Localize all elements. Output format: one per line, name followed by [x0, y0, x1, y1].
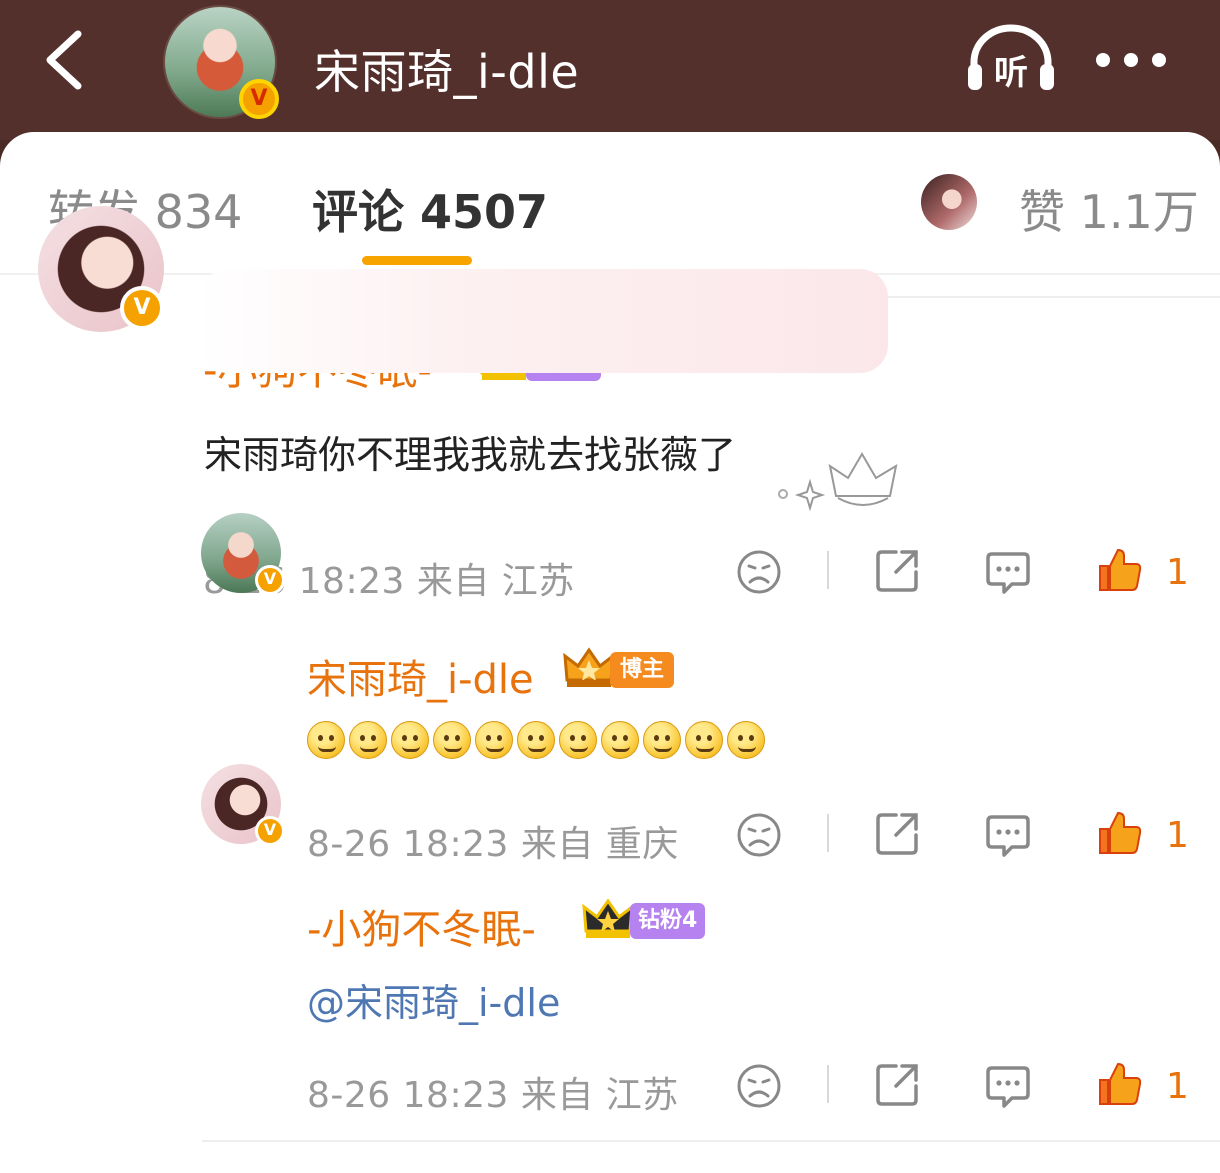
- tab-likes[interactable]: 赞 1.1万: [1019, 176, 1199, 242]
- dislike-icon[interactable]: [736, 549, 782, 595]
- tab-bar: 转发 834 评论 4507 赞 1.1万: [0, 132, 1220, 275]
- crown-icon: [582, 898, 634, 938]
- action-divider: [827, 1065, 829, 1103]
- verified-badge: V: [255, 565, 285, 595]
- tab-comment[interactable]: 评论 4507: [312, 176, 548, 242]
- reply-username[interactable]: 宋雨琦_i-dle: [307, 647, 534, 705]
- emoji-icon: [475, 721, 513, 759]
- like-icon[interactable]: [1096, 809, 1144, 857]
- action-divider: [827, 814, 829, 852]
- divider: [202, 1140, 1220, 1142]
- reply-username[interactable]: -小狗不冬眠-: [307, 897, 536, 955]
- emoji-icon: [559, 721, 597, 759]
- like-count: 1: [1166, 1066, 1189, 1107]
- comment-bubble: [200, 269, 888, 373]
- like-count: 1: [1166, 815, 1189, 856]
- emoji-icon: [727, 721, 765, 759]
- verified-badge: V: [120, 286, 164, 330]
- emoji-icon: [517, 721, 555, 759]
- avatar[interactable]: V: [201, 513, 285, 595]
- fan-level-badge: 钻粉4: [630, 903, 706, 939]
- action-divider: [827, 551, 829, 589]
- page-title: 宋雨琦_i-dle: [314, 45, 580, 99]
- avatar[interactable]: V: [201, 764, 285, 846]
- emoji-icon: [601, 721, 639, 759]
- emoji-icon: [307, 721, 345, 759]
- mention-link[interactable]: @宋雨琦_i-dle: [307, 972, 560, 1027]
- active-tab-indicator: [362, 256, 472, 265]
- emoji-icon: [685, 721, 723, 759]
- verified-badge: V: [255, 816, 285, 846]
- back-icon[interactable]: [40, 28, 90, 92]
- verified-badge: V: [239, 79, 279, 119]
- reply-meta: 8-26 18:23 来自 江苏: [307, 1075, 679, 1116]
- liker-avatar[interactable]: [921, 174, 977, 230]
- reply-icon[interactable]: [984, 811, 1032, 859]
- host-badge: 博主: [610, 652, 675, 688]
- emoji-icon: [433, 721, 471, 759]
- comment-text: 宋雨琦你不理我我就去找张薇了: [204, 433, 737, 477]
- reply-icon[interactable]: [984, 1062, 1032, 1110]
- emoji-icon: [391, 721, 429, 759]
- author-avatar[interactable]: V: [163, 5, 279, 119]
- emoji-row: [307, 721, 777, 761]
- listen-icon: 听: [968, 24, 1054, 93]
- like-icon[interactable]: [1096, 1060, 1144, 1108]
- reply-icon[interactable]: [984, 548, 1032, 596]
- listen-button[interactable]: 听: [966, 22, 1056, 94]
- crown-icon: [563, 647, 615, 687]
- emoji-icon: [349, 721, 387, 759]
- more-icon[interactable]: [1094, 50, 1168, 70]
- like-count: 1: [1166, 552, 1189, 593]
- reply-meta: 8-26 18:23 来自 重庆: [307, 824, 679, 865]
- dislike-icon[interactable]: [736, 1063, 782, 1109]
- dislike-icon[interactable]: [736, 812, 782, 858]
- like-icon[interactable]: [1096, 546, 1144, 594]
- avatar[interactable]: V: [38, 206, 164, 332]
- emoji-icon: [643, 721, 681, 759]
- crown-decoration-icon: [778, 452, 898, 512]
- svg-text:听: 听: [994, 53, 1028, 93]
- share-icon[interactable]: [874, 811, 920, 857]
- share-icon[interactable]: [874, 548, 920, 594]
- top-bar: V 宋雨琦_i-dle 听: [0, 0, 1220, 140]
- share-icon[interactable]: [874, 1062, 920, 1108]
